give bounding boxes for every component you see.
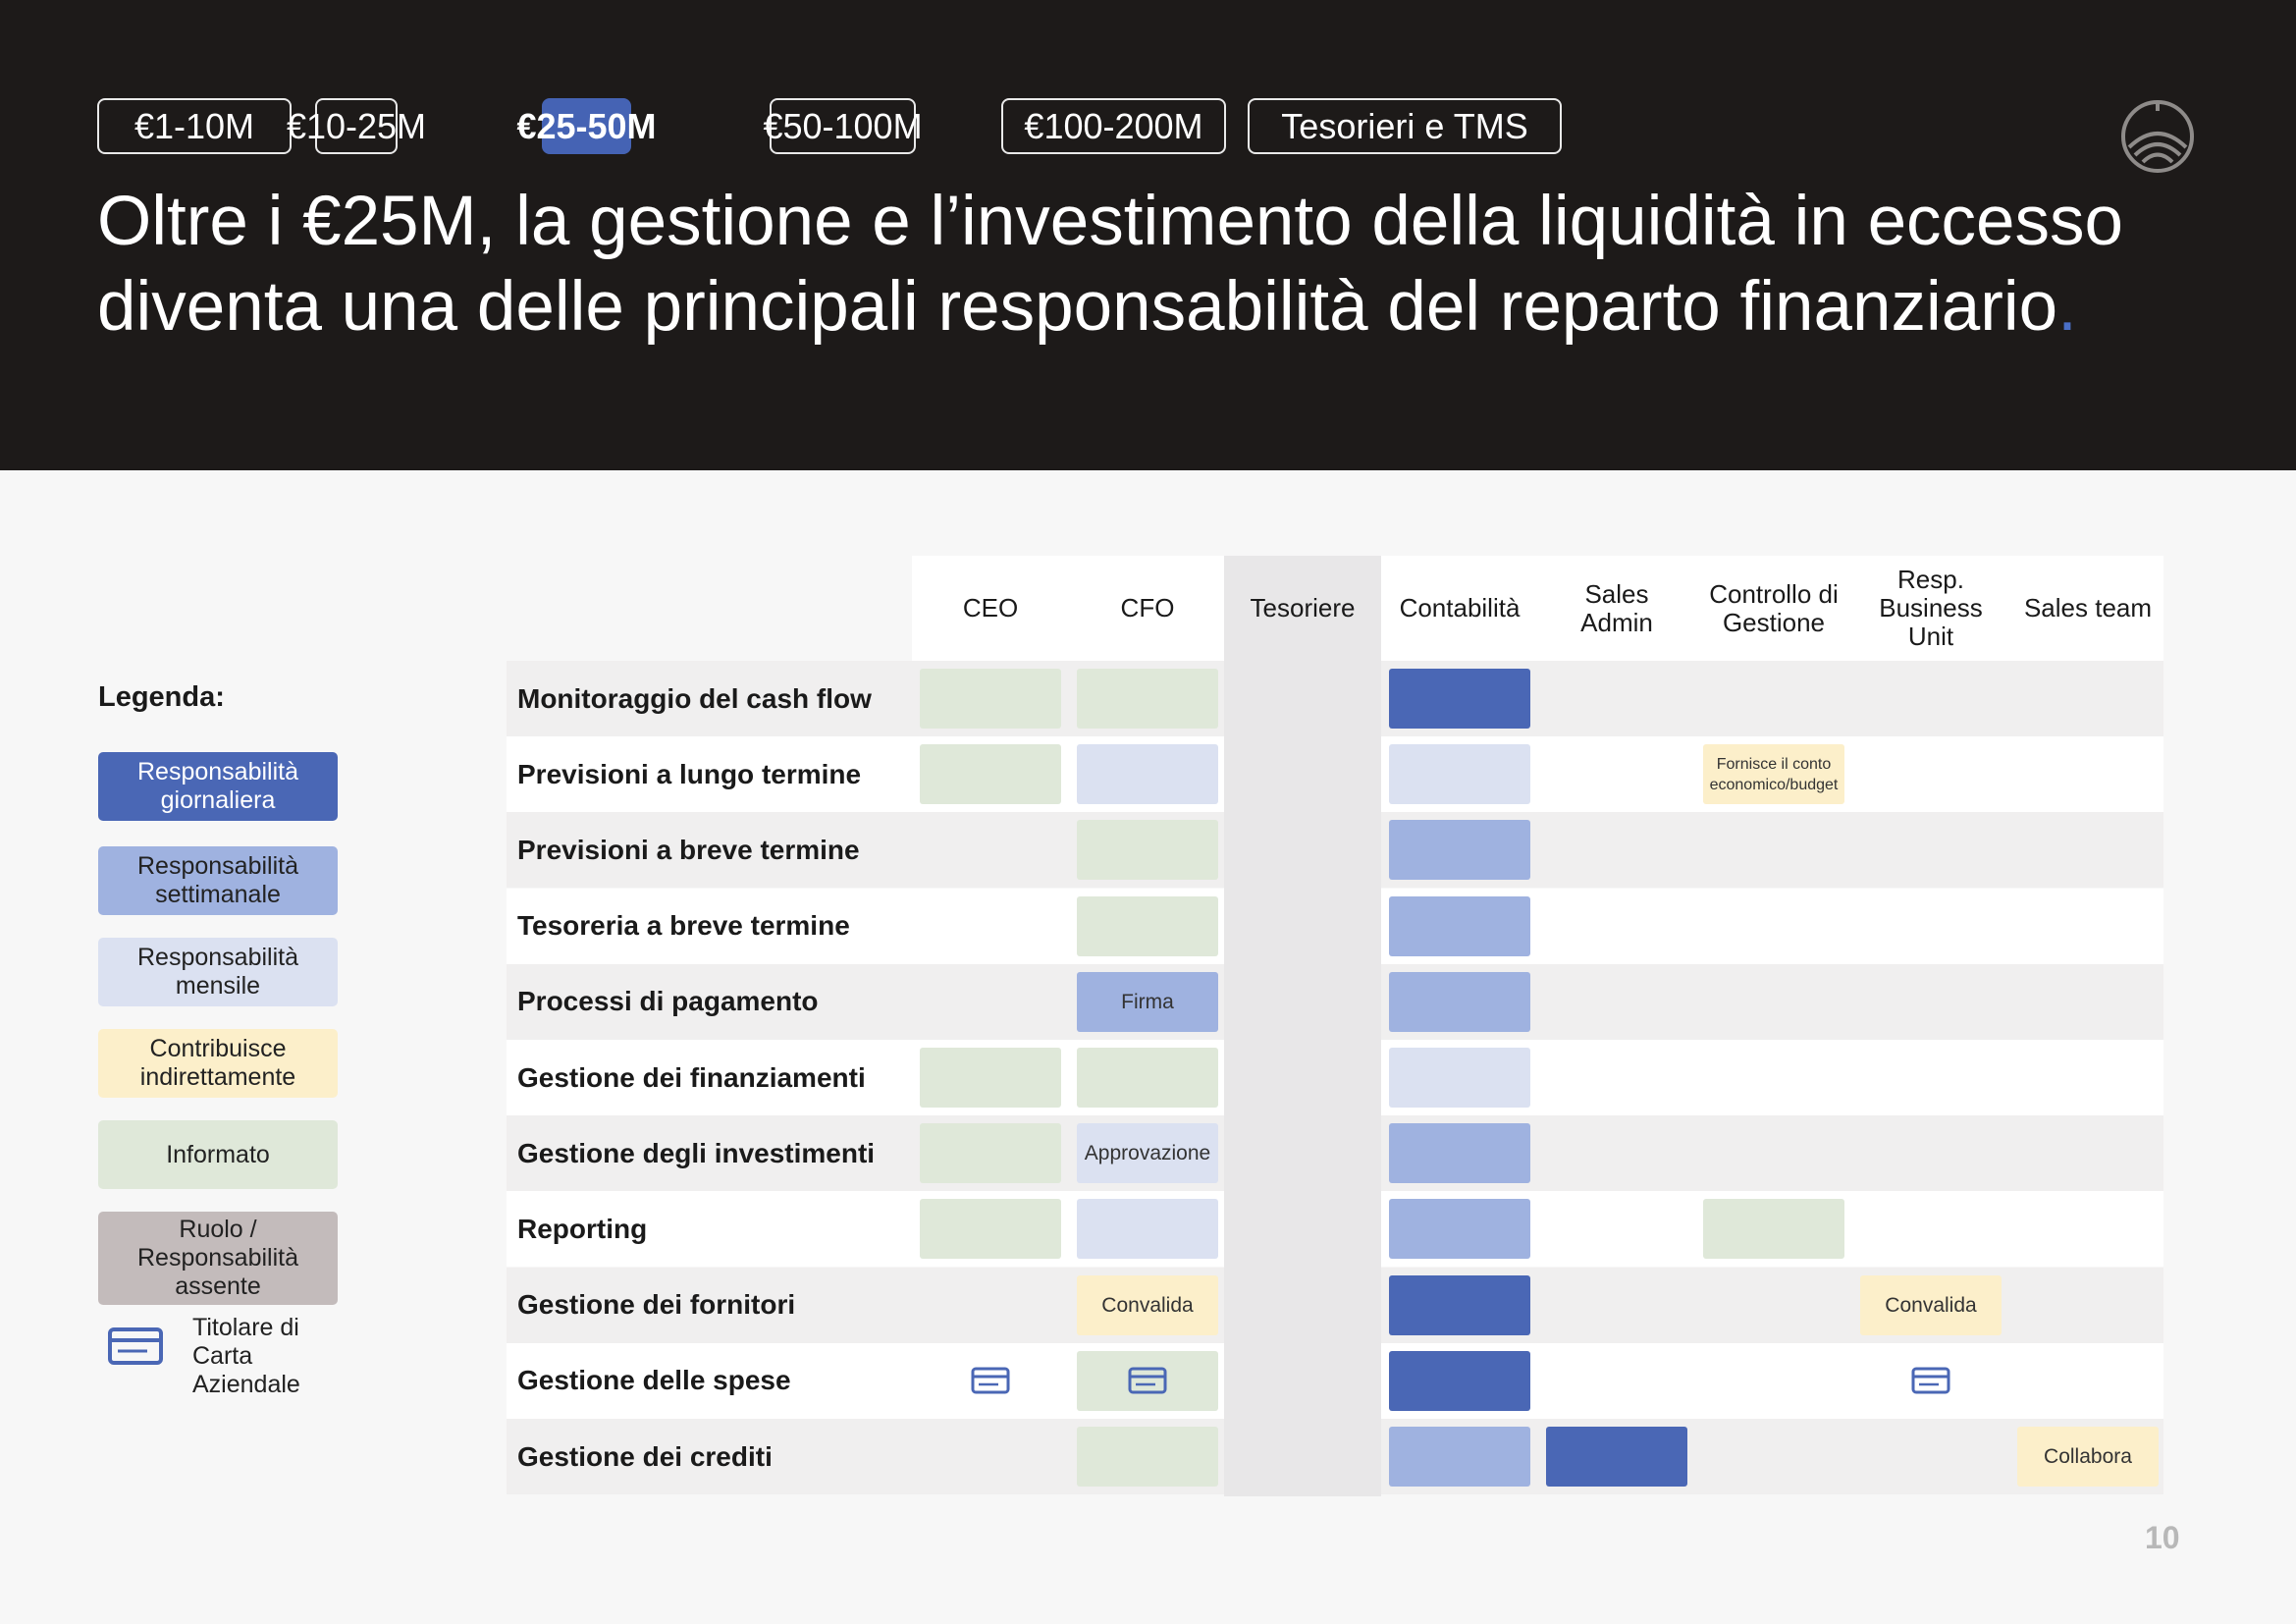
matrix-cell-indirect: Convalida: [1077, 1274, 1218, 1335]
matrix-cell-informed: [1077, 1427, 1218, 1487]
legend-item: Contribuisce indirettamente: [98, 1029, 338, 1098]
column-header: Controllo di Gestione: [1709, 578, 1839, 637]
row-label: Gestione dei fornitori: [517, 1289, 796, 1321]
matrix-cell-weekly: [1389, 895, 1530, 956]
column-header: Sales Admin: [1580, 578, 1653, 637]
legend-item: Informato: [98, 1120, 338, 1189]
matrix-cell-monthly: [1389, 1048, 1530, 1108]
legend-item: Responsabilità giornaliera: [98, 752, 338, 821]
column-header: Resp. Business Unit: [1879, 565, 1983, 651]
row-label: Tesoreria a breve termine: [517, 910, 850, 942]
matrix-cell-daily: [1389, 669, 1530, 729]
row-label: Monitoraggio del cash flow: [517, 682, 872, 714]
matrix-cell-informed: [920, 669, 1061, 729]
matrix-cell-weekly: [1389, 1123, 1530, 1184]
matrix-cell-informed: [1077, 895, 1218, 956]
matrix-cell-weekly: [1389, 1199, 1530, 1260]
matrix-cell-daily: [1389, 1350, 1530, 1411]
credit-card-icon: [1128, 1367, 1167, 1394]
row-label: Processi di pagamento: [517, 986, 819, 1017]
tab-50-100m[interactable]: €50-100M: [763, 98, 923, 154]
matrix-cell-indirect: Convalida: [1860, 1274, 2002, 1335]
legend-item: Ruolo / Responsabilità assente: [98, 1212, 338, 1305]
legend-card-owner: Titolare di Carta Aziendale: [108, 1314, 300, 1398]
header-band: €1-10M €10-25M €25-50M €50-100M €100-200M Tes…: [0, 0, 2296, 470]
matrix-cell-weekly: [1389, 820, 1530, 881]
column-header: CEO: [962, 593, 1019, 623]
credit-card-icon: [971, 1367, 1010, 1394]
matrix-cell-informed: [1077, 669, 1218, 729]
matrix-cell-monthly: [1077, 744, 1218, 805]
matrix-cell-indirect: Collabora: [2017, 1427, 2159, 1487]
matrix-cell-informed: [920, 744, 1061, 805]
legend-title: Legenda:: [98, 681, 225, 713]
matrix-cell-weekly: Firma: [1077, 971, 1218, 1032]
tab-tesorieri-e-tms[interactable]: Tesorieri e TMS: [1248, 98, 1562, 154]
row-label: Reporting: [517, 1213, 648, 1244]
matrix-cell-daily: [1389, 1274, 1530, 1335]
matrix-cell-informed: [1703, 1199, 1844, 1260]
row-label: Gestione dei crediti: [517, 1440, 773, 1472]
matrix-cell-monthly: [1077, 1199, 1218, 1260]
legend-item: Responsabilità mensile: [98, 938, 338, 1006]
legend-item: Responsabilità settimanale: [98, 846, 338, 915]
matrix-cell-informed: [920, 1048, 1061, 1108]
column-header: Tesoriere: [1250, 593, 1356, 623]
tab-10-25m[interactable]: €10-25M: [287, 98, 426, 154]
column-header: Sales team: [2023, 593, 2153, 623]
brand-logo-icon: [2121, 100, 2194, 173]
column-header: Contabilità: [1399, 593, 1521, 623]
matrix-cell-none: [1860, 1351, 2002, 1411]
matrix-cell-indirect: Fornisce il conto economico/budget: [1703, 744, 1844, 805]
matrix-cell-informed: [920, 1123, 1061, 1184]
tesoriere-column: [1224, 556, 1381, 1496]
row-label: Previsioni a breve termine: [517, 834, 860, 865]
page-number: 10: [2145, 1520, 2180, 1555]
matrix-cell-monthly: [1389, 744, 1530, 805]
matrix-cell-informed: [1077, 1350, 1218, 1411]
row-label: Gestione delle spese: [517, 1365, 791, 1396]
matrix-cell-monthly: Approvazione: [1077, 1123, 1218, 1184]
card-owner-label: Titolare di Carta Aziendale: [192, 1314, 300, 1398]
matrix-cell-daily: [1546, 1427, 1687, 1487]
matrix-cell-weekly: [1389, 1427, 1530, 1487]
row-label: Previsioni a lungo termine: [517, 758, 862, 789]
matrix-cell-informed: [920, 1199, 1061, 1260]
tab-100-200m[interactable]: €100-200M: [1001, 98, 1226, 154]
column-header: CFO: [1120, 593, 1175, 623]
matrix-cell-weekly: [1389, 971, 1530, 1032]
tab-25-50m[interactable]: €25-50M: [516, 98, 657, 154]
tab-1-10m[interactable]: €1-10M: [97, 98, 292, 154]
matrix-cell-informed: [1077, 1048, 1218, 1108]
page-title: Oltre i €25M, la gestione e l’investimen…: [97, 183, 2124, 346]
row-label: Gestione degli investimenti: [517, 1137, 876, 1168]
responsibility-matrix: CEO CFO Tesoriere Contabilità Sales Admin Con…: [507, 556, 2163, 1496]
credit-card-icon: [108, 1327, 163, 1365]
matrix-cell-informed: [1077, 820, 1218, 881]
credit-card-icon: [1911, 1367, 1950, 1394]
matrix-cell-none: [920, 1351, 1061, 1411]
row-label: Gestione dei finanziamenti: [517, 1061, 866, 1093]
